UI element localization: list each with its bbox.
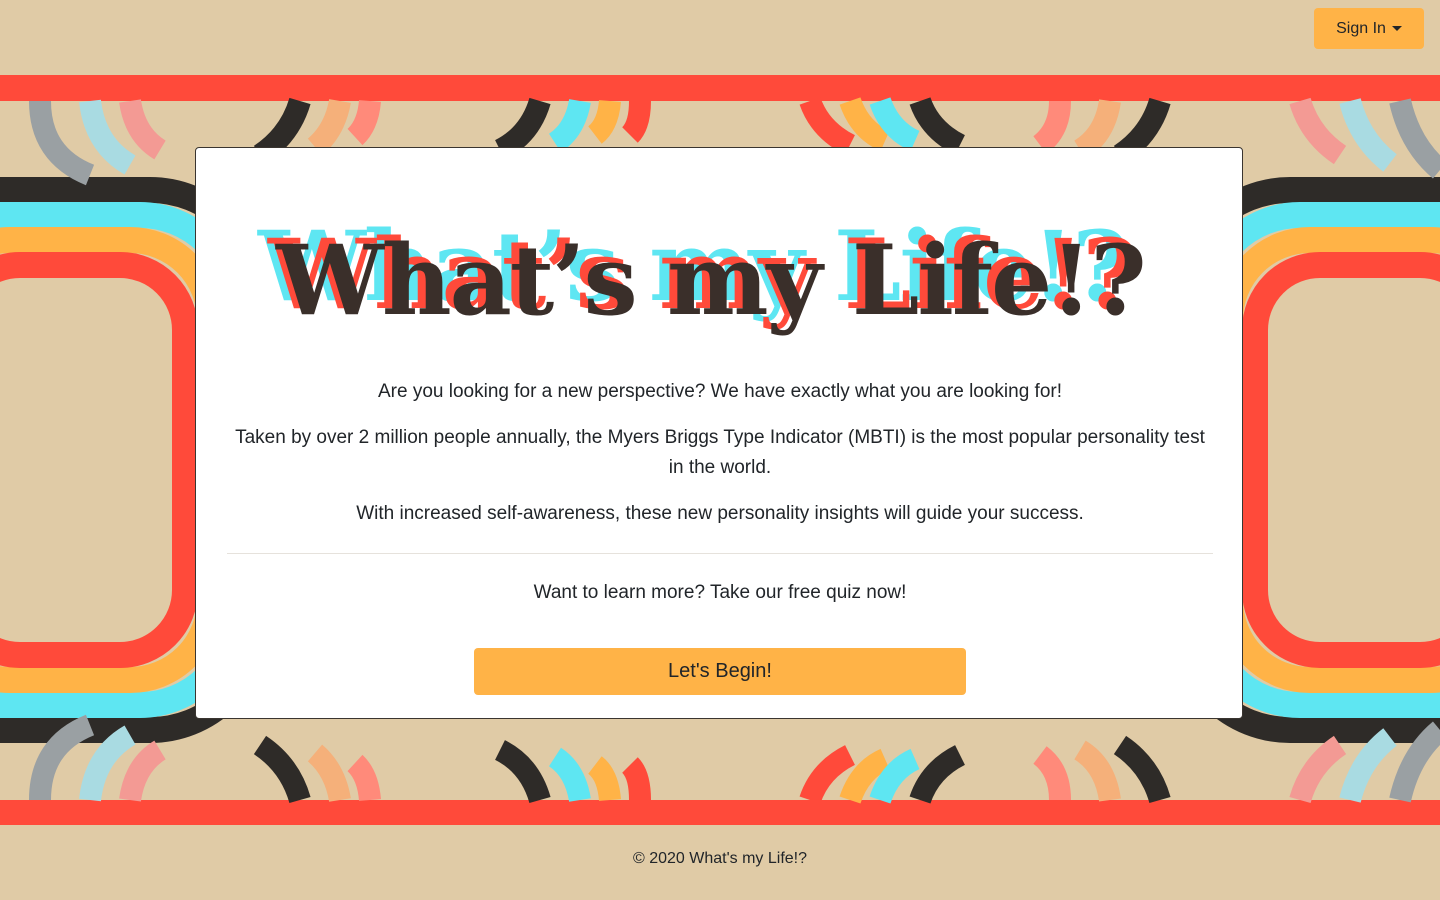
intro-paragraph-3: With increased self-awareness, these new… <box>356 503 1084 524</box>
begin-quiz-button[interactable]: Let's Begin! <box>474 648 966 695</box>
sign-in-label: Sign In <box>1336 19 1386 37</box>
intro-paragraph-1: Are you looking for a new perspective? W… <box>377 381 1063 402</box>
svg-text:What’s my Life!?: What’s my Life!? <box>275 224 1145 337</box>
footer-copyright: © 2020 What's my Life!? <box>632 850 808 867</box>
chevron-down-icon <box>1391 26 1402 31</box>
top-bar: Sign In <box>0 0 1440 75</box>
sign-in-dropdown-button[interactable]: Sign In <box>1314 8 1424 49</box>
quiz-prompt: Want to learn more? Take our free quiz n… <box>533 582 907 603</box>
card-divider <box>227 553 1213 554</box>
site-logo: What’s my Life!? What’s my Life!? What’s… <box>256 208 1196 348</box>
intro-card: What’s my Life!? What’s my Life!? What’s… <box>195 147 1243 719</box>
intro-paragraph-2: Taken by over 2 million people annually,… <box>235 427 1205 478</box>
